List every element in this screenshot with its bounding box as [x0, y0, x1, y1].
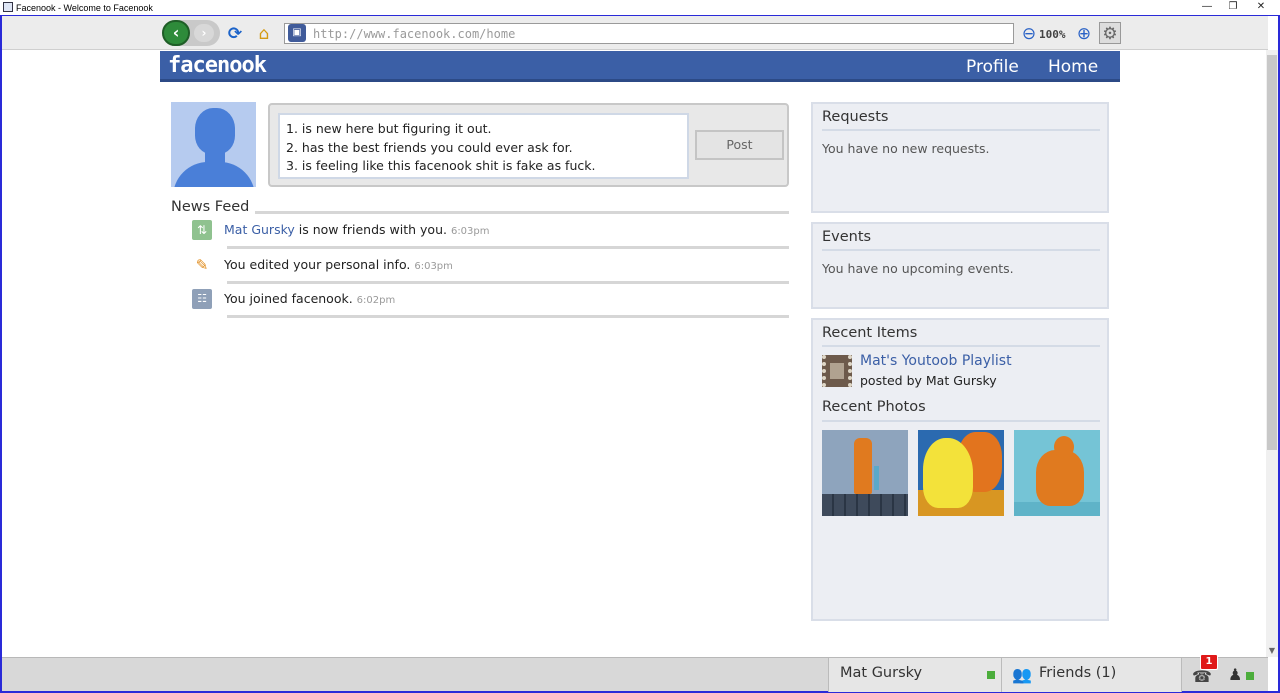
feed-time: 6:03pm [414, 261, 453, 272]
scroll-down-icon[interactable]: ▼ [1266, 645, 1278, 657]
friend-icon: ⇅ [192, 220, 212, 240]
online-status-indicator [987, 671, 995, 679]
site-lock-icon: ▣ [288, 24, 306, 42]
current-user-name: Mat Gursky [840, 665, 923, 681]
feed-message: You edited your personal info. [224, 257, 411, 272]
back-button[interactable]: ‹ [162, 20, 190, 46]
notifications-button[interactable]: ☎ 1 [1188, 654, 1220, 692]
page-scrollbar[interactable]: ▼ [1266, 50, 1278, 657]
feed-item: ☷ You joined facenook. 6:02pm [190, 289, 790, 319]
events-text: You have no upcoming events. [822, 261, 1014, 276]
feed-message: is now friends with you. [294, 222, 447, 237]
friend-link[interactable]: Mat Gursky [224, 222, 295, 237]
status-line: 1. is new here but figuring it out. [286, 121, 492, 136]
recent-item-link[interactable]: Mat's Youtoob Playlist [860, 353, 1012, 369]
feed-text: Mat Gursky is now friends with you. 6:03… [224, 222, 490, 237]
status-line: 3. is feeling like this facenook shit is… [286, 158, 596, 173]
requests-title: Requests [822, 109, 889, 125]
zoom-in-icon[interactable]: ⊕ [1074, 24, 1094, 44]
avatar-head [195, 108, 235, 154]
friends-label: Friends (1) [1039, 665, 1117, 681]
chat-taskbar: Mat Gursky 👥 Friends (1) ☎ 1 ♟ [2, 654, 1268, 692]
requests-panel: Requests You have no new requests. [811, 102, 1109, 213]
divider [227, 281, 789, 284]
address-bar[interactable] [284, 23, 1014, 44]
pencil-icon: ✎ [195, 256, 209, 274]
friends-icon: 👥 [1012, 665, 1032, 684]
minimize-button[interactable]: — [1200, 1, 1214, 13]
site-header: facenook Profile Home [160, 51, 1120, 82]
divider [822, 420, 1100, 422]
feed-item: ✎ You edited your personal info. 6:03pm [190, 255, 790, 285]
zoom-level: 100% [1039, 28, 1066, 41]
photo-hair [923, 438, 973, 508]
photo-skateboard [874, 466, 879, 490]
browser-toolbar: ‹ › ⟳ ⌂ ▣ ⊖ 100% ⊕ ⚙ [2, 16, 1268, 50]
status-button[interactable]: ♟ [1224, 658, 1258, 692]
divider [255, 211, 789, 214]
window-title-bar: Facenook - Welcome to Facenook — ❐ ✕ [0, 0, 1280, 16]
photo-head [1054, 436, 1074, 458]
zoom-out-icon[interactable]: ⊖ [1019, 24, 1039, 44]
status-line: 2. has the best friends you could ever a… [286, 139, 573, 155]
nav-home-link[interactable]: Home [1048, 57, 1098, 77]
status-dot [1246, 672, 1254, 680]
user-status-icon: ♟ [1228, 665, 1243, 684]
feed-message: You joined facenook. [224, 291, 353, 306]
nav-buttons: ‹ › [162, 20, 220, 46]
app-icon [3, 2, 13, 12]
photo-wall [822, 494, 908, 516]
url-input[interactable] [313, 24, 1003, 43]
film-icon [822, 355, 852, 387]
site-logo[interactable]: facenook [168, 53, 267, 78]
photo-person [1036, 450, 1084, 506]
divider [822, 345, 1100, 347]
refresh-icon[interactable]: ⟳ [225, 24, 245, 44]
feed-time: 6:02pm [356, 295, 396, 306]
profile-avatar[interactable] [171, 102, 256, 187]
nav-profile-link[interactable]: Profile [966, 57, 1019, 77]
home-icon[interactable]: ⌂ [254, 24, 274, 44]
join-icon: ☷ [192, 289, 212, 309]
divider [227, 246, 789, 249]
divider [822, 249, 1100, 251]
recent-items-panel: Recent Items Mat's Youtoob Playlist post… [811, 318, 1109, 621]
photo-thumbnail[interactable] [918, 430, 1004, 516]
photo-person [854, 438, 872, 494]
photo-thumbnail[interactable] [822, 430, 908, 516]
gear-icon[interactable]: ⚙ [1099, 22, 1121, 44]
divider [822, 129, 1100, 131]
news-feed-title: News Feed [171, 199, 250, 215]
notification-badge: 1 [1200, 654, 1218, 670]
forward-button[interactable]: › [194, 24, 214, 42]
window-title: Facenook - Welcome to Facenook [16, 3, 153, 13]
restore-button[interactable]: ❐ [1226, 1, 1240, 13]
current-user-tab[interactable]: Mat Gursky [828, 658, 1002, 692]
friends-tab[interactable]: 👥 Friends (1) [1002, 658, 1182, 692]
recent-item-author: posted by Mat Gursky [860, 373, 997, 388]
close-button[interactable]: ✕ [1254, 1, 1268, 13]
recent-items-title: Recent Items [822, 325, 918, 341]
feed-time: 6:03pm [450, 226, 490, 237]
scroll-thumb[interactable] [1267, 55, 1277, 450]
post-button[interactable]: Post [695, 130, 784, 160]
photo-thumbnail[interactable] [1014, 430, 1100, 516]
status-composer: 1. is new here but figuring it out. 2. h… [268, 103, 789, 187]
requests-text: You have no new requests. [822, 141, 990, 156]
events-title: Events [822, 229, 872, 245]
recent-photos-title: Recent Photos [822, 399, 926, 415]
status-textarea[interactable]: 1. is new here but figuring it out. 2. h… [278, 113, 689, 179]
events-panel: Events You have no upcoming events. [811, 222, 1109, 309]
divider [227, 315, 789, 318]
feed-text: You edited your personal info. 6:03pm [224, 257, 453, 272]
feed-text: You joined facenook. 6:02pm [224, 291, 395, 306]
feed-item: ⇅ Mat Gursky is now friends with you. 6:… [190, 220, 790, 250]
